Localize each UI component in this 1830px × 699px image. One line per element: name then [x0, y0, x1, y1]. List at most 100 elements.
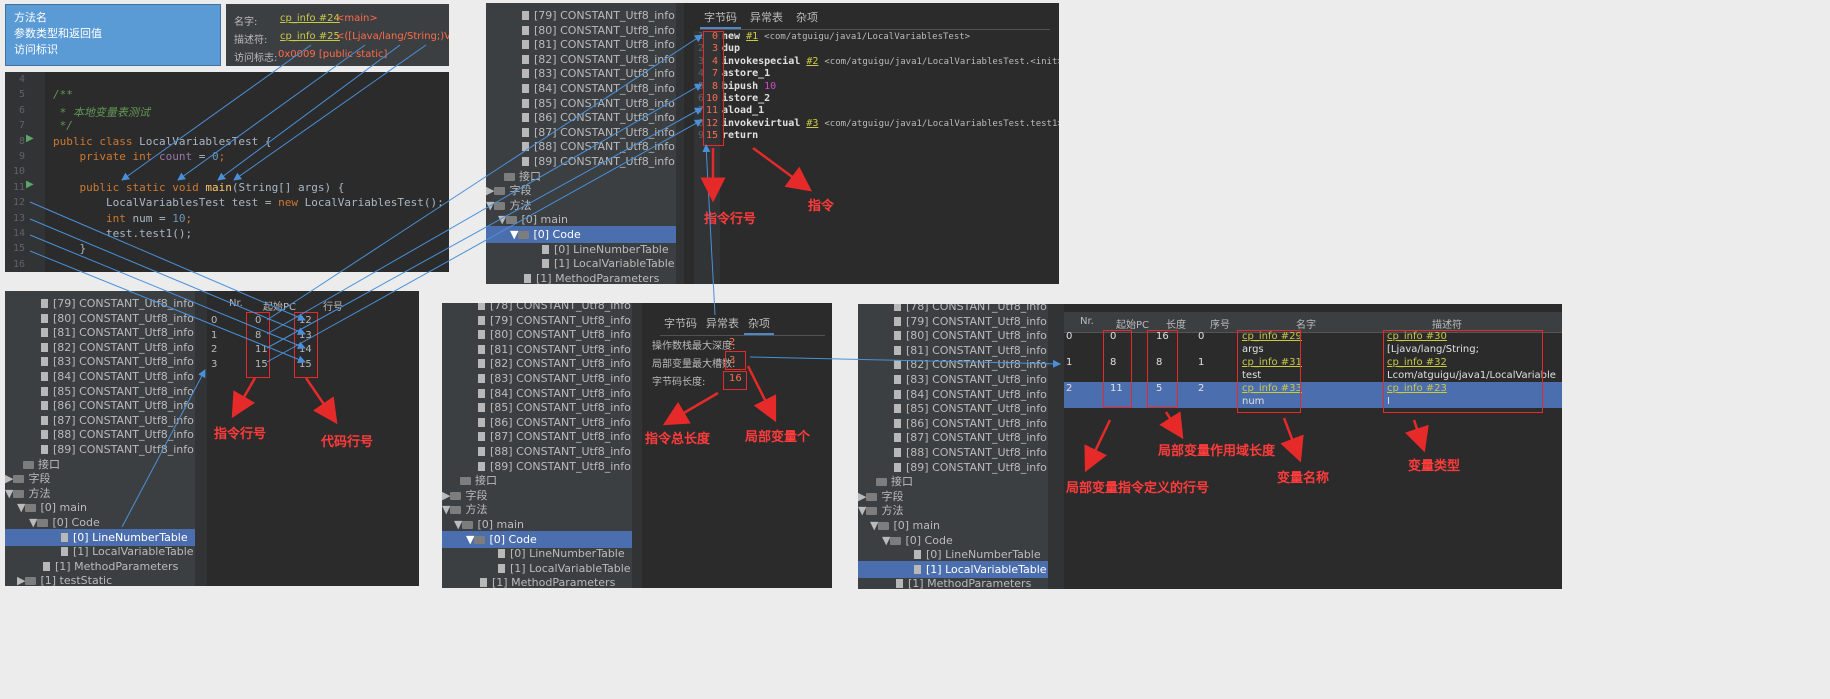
expand-icon[interactable]: ▶ [5, 472, 13, 485]
file-icon [61, 547, 68, 557]
run-icon[interactable]: ▶ [26, 179, 34, 190]
folder-icon [450, 506, 462, 515]
folder-icon [25, 504, 37, 513]
expand-icon[interactable]: ▶ [486, 184, 494, 197]
file-icon [41, 299, 48, 308]
expand-icon[interactable]: ▼ [858, 504, 866, 517]
expand-icon[interactable]: ▼ [466, 533, 474, 546]
bytecode-ref-link[interactable]: #1 [746, 31, 758, 42]
tree-item-constant-label: [82] CONSTANT_Utf8_info [490, 357, 631, 371]
annotation-local-count: 局部变量个 [745, 430, 811, 445]
lnt-header: 起始PC [263, 302, 297, 313]
lnt-header: 行号 [323, 302, 343, 313]
bytecode-ref-link[interactable]: #3 [806, 118, 818, 129]
expand-icon[interactable]: ▼ [510, 228, 518, 241]
tree-item-test-static[interactable]: ▶ [1] testStatic [5, 572, 195, 586]
bytecode-ref-link[interactable]: #2 [806, 56, 818, 67]
scroll-track[interactable] [1048, 304, 1064, 589]
tab-exceptions[interactable]: 异常表 [746, 9, 787, 27]
expand-icon[interactable]: ▼ [442, 503, 450, 516]
tree-item-main-label: [0] main [477, 518, 525, 531]
tree-item-constant-label: [83] CONSTANT_Utf8_info [534, 67, 675, 81]
tree-item-method-parameters[interactable]: [1] MethodParameters [442, 574, 632, 588]
highlight-box [703, 31, 724, 146]
code-line: public static void main(String[] args) { [53, 181, 344, 194]
lvt-cell: 2 [1066, 383, 1073, 394]
tab-bytecode[interactable]: 字节码 [660, 315, 701, 333]
file-icon [522, 40, 529, 50]
lnt-cell: 1 [211, 329, 218, 341]
tree-item-fields-label: 字段 [881, 489, 904, 503]
file-icon [61, 532, 68, 542]
tree-item-method-parameters[interactable]: [1] MethodParameters [858, 575, 1048, 589]
tree-item-constant-label: [89] CONSTANT_Utf8_info [53, 443, 194, 456]
tree-item-methods-label: 方法 [881, 504, 904, 518]
expand-icon[interactable]: ▼ [17, 501, 25, 514]
tree-item-local-variable-table-label: [1] LocalVariableTable [926, 562, 1047, 576]
file-icon [478, 403, 485, 413]
tree-item-fields-label: 字段 [28, 472, 51, 486]
tree-item-constant-label: [80] CONSTANT_Utf8_info [490, 328, 631, 342]
folder-icon [460, 477, 471, 486]
name-label: 名字: [234, 17, 258, 28]
tab-misc[interactable]: 杂项 [744, 315, 774, 335]
tree-item-constant-label: [86] CONSTANT_Utf8_info [490, 415, 631, 429]
expand-icon[interactable]: ▶ [858, 490, 866, 503]
expand-icon[interactable]: ▼ [486, 199, 494, 212]
class-tree: [78] CONSTANT_Utf8_info [79] CONSTANT_Utf… [442, 303, 632, 588]
expand-icon[interactable]: ▶ [17, 574, 25, 586]
tree-item-fields-label: 字段 [465, 488, 488, 502]
tree-item-interfaces-label: 接口 [38, 457, 60, 471]
scroll-track[interactable] [676, 3, 684, 284]
file-icon [914, 564, 921, 574]
expand-icon[interactable]: ▼ [454, 518, 462, 531]
access-value: 0x0009 [public static] [278, 49, 388, 60]
expand-icon[interactable]: ▼ [498, 213, 506, 226]
run-icon[interactable]: ▶ [26, 133, 34, 144]
tab-misc[interactable]: 杂项 [792, 9, 822, 27]
expand-icon[interactable]: ▼ [870, 519, 878, 532]
name-value: <main> [336, 13, 378, 24]
expand-icon[interactable]: ▼ [29, 516, 37, 529]
tree-item-test-static-label: [1] testStatic [40, 574, 113, 586]
tree-item-method-parameters-label: [1] MethodParameters [492, 576, 616, 588]
name-ref-link[interactable]: cp_info #24 [280, 13, 340, 24]
expand-icon[interactable]: ▶ [442, 489, 450, 502]
tree-item-constant-label: [84] CONSTANT_Utf8_info [53, 370, 194, 383]
folder-icon [866, 492, 878, 501]
expand-icon[interactable]: ▼ [882, 534, 890, 547]
highlight-box [294, 312, 318, 378]
scroll-track[interactable] [195, 291, 207, 586]
file-icon [894, 375, 901, 384]
tab-exceptions[interactable]: 异常表 [702, 315, 743, 333]
tree-item-local-variable-table-label: [1] LocalVariableTable [73, 545, 194, 559]
tree-item-code-label: [0] Code [489, 532, 537, 546]
code-line: int num = 10; [53, 212, 192, 225]
tree-item-constant-label: [82] CONSTANT_Utf8_info [906, 358, 1047, 372]
tab-bytecode[interactable]: 字节码 [700, 9, 741, 29]
bytecode-arg: <com/atguigu/java1/LocalVariablesTest.<i… [824, 56, 1059, 67]
folder-icon [494, 201, 506, 210]
code-line: public class LocalVariablesTest { [53, 135, 272, 148]
folder-icon [25, 577, 37, 586]
lvt-header: Nr. [1080, 316, 1094, 327]
file-icon [478, 417, 485, 427]
tree-item-constant-label: [89] CONSTANT_Utf8_info [490, 459, 631, 473]
tree-item-constant-label: [86] CONSTANT_Utf8_info [534, 111, 675, 125]
descriptor-ref-link[interactable]: cp_info #25 [280, 31, 340, 42]
tree-item-line-number-table-label: [0] LineNumberTable [510, 547, 625, 561]
expand-icon[interactable]: ▼ [5, 487, 13, 500]
file-icon [894, 389, 901, 399]
tree-item-constant-label: [87] CONSTANT_Utf8_info [906, 431, 1047, 445]
scroll-track[interactable] [632, 303, 642, 588]
code-token: public class [53, 134, 140, 148]
lvt-header: 序号 [1210, 320, 1230, 331]
lvt-cell: 0 [1066, 331, 1073, 342]
tree-item-method-parameters-label: [1] MethodParameters [536, 271, 660, 284]
bytecode-opcode: invokespecial [722, 55, 801, 67]
code-line: } [53, 242, 86, 255]
file-icon [894, 316, 901, 326]
file-icon [894, 418, 901, 428]
tree-item-method-parameters[interactable]: [1] MethodParameters [486, 270, 676, 284]
file-icon [41, 445, 48, 454]
